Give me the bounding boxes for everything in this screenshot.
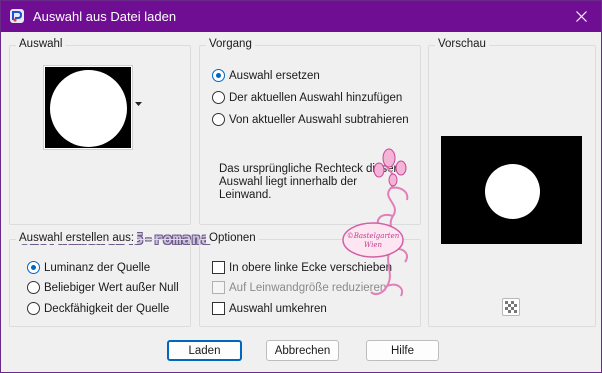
radio-button[interactable]	[27, 261, 40, 274]
radio-label: Auswahl ersetzen	[229, 69, 320, 82]
checkbox-auswahl-umkehren[interactable]: Auswahl umkehren	[212, 302, 327, 315]
checkbox[interactable]	[212, 261, 225, 274]
hilfe-button[interactable]: Hilfe	[366, 340, 439, 361]
preview-circle	[485, 164, 540, 219]
radio-label: Beliebiger Wert außer Null	[44, 281, 179, 294]
close-icon	[575, 11, 587, 22]
dialog-client: Auswahl 01ornament145-romana Vorgang Aus…	[2, 32, 601, 372]
svg-text:©Bastelgarten: ©Bastelgarten	[347, 232, 400, 240]
checkerboard-icon	[505, 301, 517, 313]
dialog-window: Auswahl aus Datei laden Auswahl 01orname…	[0, 0, 602, 373]
radio-button[interactable]	[212, 69, 225, 82]
radio-label: Deckfähigkeit der Quelle	[44, 302, 170, 315]
auswahl-group: Auswahl	[9, 38, 191, 225]
radio-button[interactable]	[27, 281, 40, 294]
optionen-group-label: Optionen	[206, 232, 259, 244]
radio-button[interactable]	[212, 91, 225, 104]
abbrechen-button[interactable]: Abbrechen	[266, 340, 339, 361]
selection-thumbnail[interactable]	[43, 65, 133, 150]
radio-label: Von aktueller Auswahl subtrahieren	[229, 113, 409, 126]
thumbnail-circle	[50, 70, 127, 147]
erstellen-group-label: Auswahl erstellen aus:	[16, 232, 138, 244]
vorschau-group-label: Vorschau	[435, 38, 489, 50]
radio-beliebiger-wert[interactable]: Beliebiger Wert außer Null	[27, 281, 179, 294]
checkbox-label: Auswahl umkehren	[229, 302, 327, 315]
svg-text:Wien: Wien	[364, 241, 382, 249]
radio-label: Luminanz der Quelle	[44, 261, 151, 274]
app-icon	[10, 9, 24, 23]
dropdown-arrow-icon[interactable]	[135, 102, 142, 107]
radio-auswahl-subtrahieren[interactable]: Von aktueller Auswahl subtrahieren	[212, 113, 409, 126]
laden-button[interactable]: Laden	[167, 340, 242, 361]
preview-canvas	[441, 136, 582, 244]
vorschau-group: Vorschau	[428, 38, 596, 327]
checkbox[interactable]	[212, 302, 225, 315]
auswahl-group-label: Auswahl	[16, 38, 66, 50]
transparency-toggle[interactable]	[502, 298, 520, 316]
window-title: Auswahl aus Datei laden	[33, 9, 177, 24]
erstellen-group: Auswahl erstellen aus: Luminanz der Quel…	[9, 232, 191, 327]
vorgang-group-label: Vorgang	[206, 38, 255, 50]
radio-label: Der aktuellen Auswahl hinzufügen	[229, 91, 403, 104]
radio-auswahl-hinzufuegen[interactable]: Der aktuellen Auswahl hinzufügen	[212, 91, 402, 104]
title-bar[interactable]: Auswahl aus Datei laden	[1, 1, 601, 32]
radio-button[interactable]	[212, 113, 225, 126]
radio-deckfaehigkeit[interactable]: Deckfähigkeit der Quelle	[27, 302, 169, 315]
radio-button[interactable]	[27, 302, 40, 315]
radio-luminanz[interactable]: Luminanz der Quelle	[27, 261, 150, 274]
watermark-ornament: ©Bastelgarten Wien	[342, 148, 409, 297]
close-button[interactable]	[561, 1, 601, 32]
checkbox	[212, 281, 225, 294]
radio-auswahl-ersetzen[interactable]: Auswahl ersetzen	[212, 69, 320, 82]
